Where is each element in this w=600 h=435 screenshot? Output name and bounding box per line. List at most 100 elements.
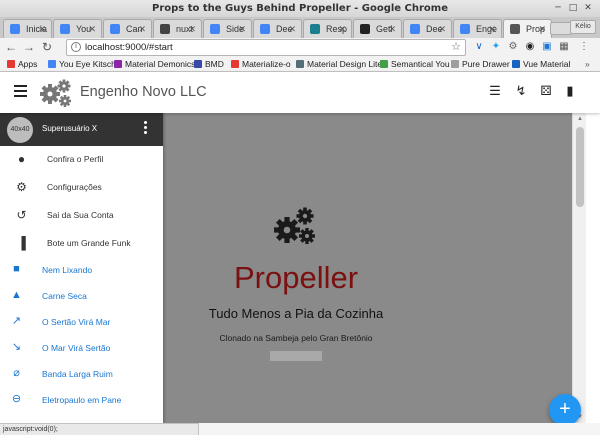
bookmark-item[interactable]: Apps xyxy=(7,57,37,71)
tab-close-icon[interactable]: ✕ xyxy=(288,20,296,38)
bookmark-label: Apps xyxy=(18,59,38,69)
tools-icon[interactable]: ↯ xyxy=(514,84,528,98)
maximize-icon[interactable]: □ xyxy=(567,2,579,14)
bookmark-item[interactable]: Material Demonics xyxy=(114,57,195,71)
tab-favicon-icon xyxy=(10,24,20,34)
bookmark-item[interactable]: BMD xyxy=(194,57,224,71)
address-bar[interactable]: i localhost:9000/#start ☆ xyxy=(66,39,466,56)
avatar[interactable]: 40x40 xyxy=(7,117,33,143)
tab-strip: Prop ✕ Enge ✕ Dee ✕ Getl ✕ Resp ✕ Dee ✕ Side ✕ nuxt ✕ Ca… xyxy=(0,17,600,38)
bookmark-favicon-icon xyxy=(296,60,304,68)
bookmark-label: Materialize-o xyxy=(242,59,291,69)
close-window-icon[interactable]: ✕ xyxy=(582,2,594,14)
browser-tab[interactable]: Dee ✕ xyxy=(403,19,452,38)
view-list-icon[interactable]: ☰ xyxy=(488,84,502,98)
sidebar-menu-item[interactable]: ⚙ Configurações xyxy=(0,174,163,201)
bookmark-favicon-icon xyxy=(114,60,122,68)
main-content: Propeller Tudo Menos a Pia da Cozinha Cl… xyxy=(163,113,572,423)
browser-tab[interactable]: Can ✕ xyxy=(103,19,152,38)
brand-name: Engenho Novo LLC xyxy=(80,84,207,100)
user-menu-icon[interactable] xyxy=(144,121,148,137)
forward-icon[interactable]: → xyxy=(22,40,36,54)
tab-favicon-icon xyxy=(510,24,520,34)
extension-bug-icon[interactable]: ◉ xyxy=(524,41,536,53)
tab-close-icon[interactable]: ✕ xyxy=(238,20,246,38)
browser-tab[interactable]: Prop ✕ xyxy=(503,19,552,38)
tab-close-icon[interactable]: ✕ xyxy=(188,20,196,38)
bookmark-item[interactable]: Semantical You xyxy=(380,57,450,71)
sidebar-nav-item[interactable]: ■ Nem Lixando xyxy=(0,257,163,283)
sidebar-nav-label: Carne Seca xyxy=(42,291,87,301)
hero-placeholder-bar xyxy=(270,351,322,361)
sidebar-nav-item[interactable]: ↗ O Sertão Virá Mar xyxy=(0,309,163,335)
twitter-icon[interactable]: ✦ xyxy=(490,41,502,53)
user-bar: 40x40 Superusuário X xyxy=(0,113,163,146)
extension-screen-icon[interactable]: ▦ xyxy=(558,41,570,53)
chrome-menu-icon[interactable]: ⋮ xyxy=(578,41,590,53)
add-fab-button[interactable]: + xyxy=(549,394,581,426)
hero-caption: Clonado na Sambeja pelo Gran Bretônio xyxy=(219,333,373,343)
browser-tab[interactable]: nuxt ✕ xyxy=(153,19,202,38)
browser-tab[interactable]: Dee ✕ xyxy=(253,19,302,38)
extension-v-icon[interactable]: ∨ xyxy=(473,41,485,53)
tab-close-icon[interactable]: ✕ xyxy=(338,20,346,38)
tab-close-icon[interactable]: ✕ xyxy=(538,20,546,38)
minimize-icon[interactable]: ─ xyxy=(552,2,564,14)
hero-subtitle: Tudo Menos a Pia da Cozinha xyxy=(208,306,384,321)
sidebar-nav-label: O Sertão Virá Mar xyxy=(42,317,111,327)
bookmark-item[interactable]: Vue Material xyxy=(512,57,570,71)
sidebar-nav-item[interactable]: ▲ Carne Seca xyxy=(0,283,163,309)
info-icon[interactable]: i xyxy=(71,42,81,52)
tab-close-icon[interactable]: ✕ xyxy=(88,20,96,38)
bookmark-label: Semantical You xyxy=(391,59,450,69)
tab-close-icon[interactable]: ✕ xyxy=(438,20,446,38)
back-icon[interactable]: ← xyxy=(4,40,18,54)
bookmark-item[interactable]: Materialize-o xyxy=(231,57,291,71)
bookmark-label: Material Design Lite xyxy=(307,59,383,69)
sidebar-menu-item[interactable]: ↺ Sai da Sua Conta xyxy=(0,202,163,229)
sidebar-nav-item[interactable]: ⌀ Banda Larga Ruim xyxy=(0,361,163,387)
profile-chip[interactable]: Kélio xyxy=(570,20,596,34)
dice-icon[interactable]: ⚄ xyxy=(539,84,553,98)
hamburger-menu-icon[interactable] xyxy=(14,85,27,97)
tab-favicon-icon xyxy=(160,24,170,34)
sidebar-menu-label: Sai da Sua Conta xyxy=(47,210,114,220)
sidebar-menu-item[interactable]: ● Confira o Perfil xyxy=(0,146,163,173)
bookmark-item[interactable]: Pure Drawer xyxy=(451,57,510,71)
bookmark-item[interactable]: Material Design Lite xyxy=(296,57,382,71)
new-tab-button[interactable] xyxy=(550,22,572,35)
page-scrollbar[interactable]: ▲ ▼ xyxy=(572,113,586,423)
browser-tab[interactable]: Getl ✕ xyxy=(353,19,402,38)
tab-close-icon[interactable]: ✕ xyxy=(138,20,146,38)
sidebar-nav-item[interactable]: ↘ O Mar Virá Sertão xyxy=(0,335,163,361)
book-icon[interactable]: ▮ xyxy=(563,84,577,98)
bell-icon: ▲ xyxy=(11,289,22,301)
browser-tab[interactable]: Resp ✕ xyxy=(303,19,352,38)
sidebar-menu-item[interactable]: ▐ Bote um Grande Funk xyxy=(0,230,163,257)
browser-tab[interactable]: Inicia ✕ xyxy=(3,19,52,38)
reload-icon[interactable]: ↻ xyxy=(40,40,54,54)
gears-logo-icon xyxy=(39,78,75,108)
sidebar-nav-item[interactable]: ⊖ Eletropaulo em Pane xyxy=(0,387,163,413)
window-titlebar: Props to the Guys Behind Propeller - Goo… xyxy=(0,0,600,17)
browser-tab[interactable]: Side ✕ xyxy=(203,19,252,38)
tab-favicon-icon xyxy=(210,24,220,34)
tab-close-icon[interactable]: ✕ xyxy=(488,20,496,38)
bookmark-label: Material Demonics xyxy=(125,59,196,69)
bookmark-item[interactable]: You Eye Kitsch xyxy=(48,57,116,71)
tab-close-icon[interactable]: ✕ xyxy=(38,20,46,38)
bookmark-favicon-icon xyxy=(512,60,520,68)
app-header: Engenho Novo LLC ☰ ↯ ⚄ ▮ xyxy=(0,72,600,113)
scroll-thumb[interactable] xyxy=(576,127,584,207)
tab-favicon-icon xyxy=(460,24,470,34)
bookmark-star-icon[interactable]: ☆ xyxy=(451,40,461,55)
extension-box-icon[interactable]: ▣ xyxy=(541,41,553,53)
bookmarks-overflow-icon[interactable]: » xyxy=(585,57,590,71)
browser-tab[interactable]: You ✕ xyxy=(53,19,102,38)
history-icon: ↺ xyxy=(16,208,27,222)
tab-favicon-icon xyxy=(110,24,120,34)
tab-close-icon[interactable]: ✕ xyxy=(388,20,396,38)
browser-tab[interactable]: Enge ✕ xyxy=(453,19,502,38)
scroll-up-icon[interactable]: ▲ xyxy=(573,113,587,125)
extension-gear-icon[interactable]: ⚙ xyxy=(507,41,519,53)
